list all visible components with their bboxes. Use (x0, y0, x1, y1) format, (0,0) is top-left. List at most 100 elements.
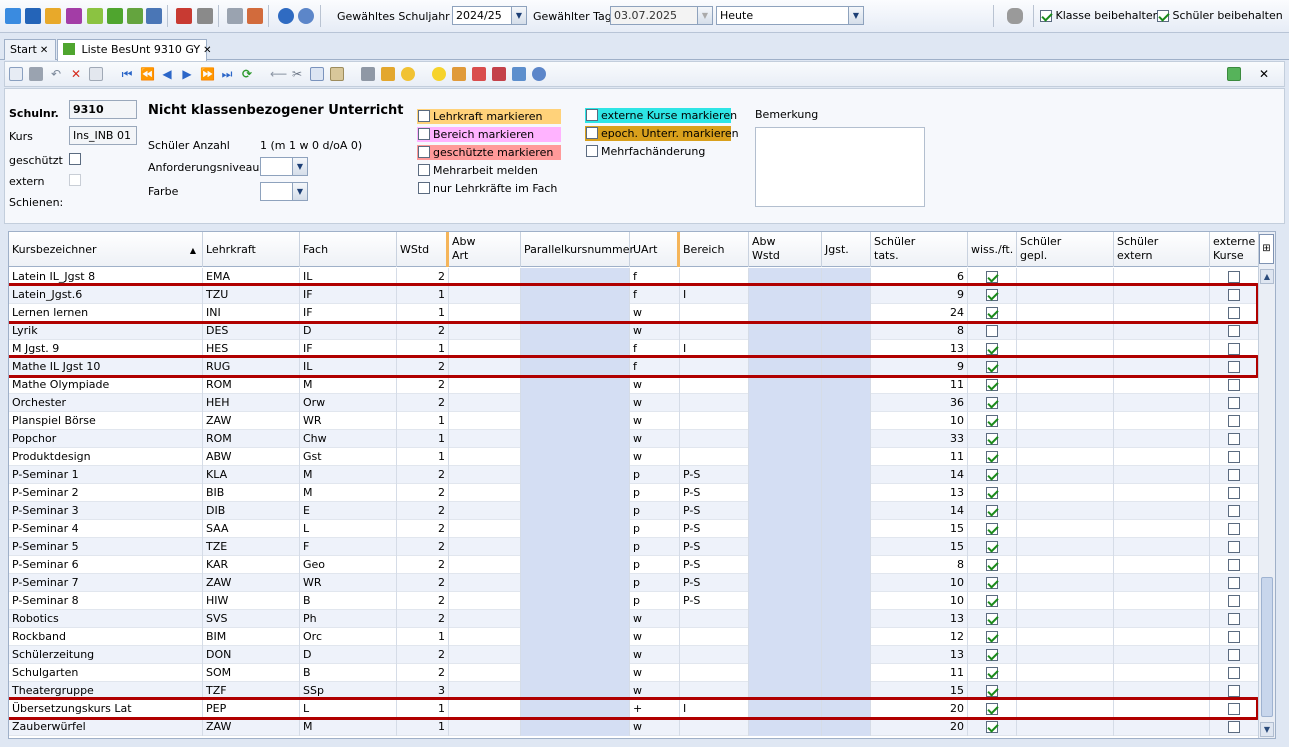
cell-uart[interactable]: w (630, 628, 680, 646)
cell-abw-wstd[interactable] (749, 376, 822, 394)
cell-wiss[interactable] (968, 394, 1017, 412)
checkbox-icon[interactable] (1228, 523, 1240, 535)
cell-abw-wstd[interactable] (749, 466, 822, 484)
cell-bereich[interactable]: P-S (680, 574, 749, 592)
cell-schueler-gepl[interactable] (1017, 718, 1114, 736)
checkbox-icon[interactable] (986, 577, 998, 589)
cell-uart[interactable]: p (630, 502, 680, 520)
cell-schueler-extern[interactable] (1114, 304, 1210, 322)
cell-bereich[interactable]: I (680, 286, 749, 304)
cell-schueler-tats[interactable]: 9 (871, 358, 968, 376)
table-row[interactable]: Zauberwürfel ZAW M 1 w 20 (9, 718, 1259, 736)
cell-schueler-gepl[interactable] (1017, 412, 1114, 430)
cell-schueler-tats[interactable]: 11 (871, 448, 968, 466)
cell-wiss[interactable] (968, 610, 1017, 628)
cell-abw-art[interactable] (449, 448, 521, 466)
cell-fach[interactable]: IF (300, 340, 397, 358)
tag-select[interactable]: 03.07.2025 ▼ (610, 6, 713, 25)
checkbox-icon[interactable] (986, 721, 998, 733)
cell-jgst[interactable] (822, 718, 871, 736)
cell-schueler-tats[interactable]: 8 (871, 556, 968, 574)
cell-wstd[interactable]: 2 (397, 358, 449, 376)
cell-abw-wstd[interactable] (749, 304, 822, 322)
cell-uart[interactable]: w (630, 376, 680, 394)
checkbox-icon[interactable] (1040, 10, 1052, 22)
cell-uart[interactable]: p (630, 592, 680, 610)
table-row[interactable]: Übersetzungskurs Lat PEP L 1 + I 20 (9, 700, 1259, 718)
cell-parallel[interactable] (521, 700, 630, 718)
cell-kurs[interactable]: Theatergruppe (9, 682, 203, 700)
col-header-wiss[interactable]: wiss./ft. (968, 232, 1017, 267)
chevron-down-icon[interactable]: ▼ (292, 158, 307, 175)
checkbox-icon[interactable] (1228, 379, 1240, 391)
cell-bereich[interactable] (680, 358, 749, 376)
cell-kurs[interactable]: Lernen lernen (9, 304, 203, 322)
cell-wstd[interactable]: 2 (397, 556, 449, 574)
cell-schueler-gepl[interactable] (1017, 700, 1114, 718)
table-row[interactable]: Latein_Jgst.6 TZU IF 1 f I 9 (9, 286, 1259, 304)
cell-wstd[interactable]: 1 (397, 286, 449, 304)
cell-bereich[interactable]: I (680, 340, 749, 358)
cell-schueler-tats[interactable]: 12 (871, 628, 968, 646)
cell-parallel[interactable] (521, 628, 630, 646)
cell-fach[interactable]: F (300, 538, 397, 556)
form-icon[interactable] (89, 67, 103, 81)
checkbox-icon[interactable] (986, 703, 998, 715)
cell-schueler-extern[interactable] (1114, 502, 1210, 520)
cell-schueler-tats[interactable]: 13 (871, 610, 968, 628)
cell-jgst[interactable] (822, 538, 871, 556)
cell-fach[interactable]: B (300, 592, 397, 610)
cell-bereich[interactable]: P-S (680, 502, 749, 520)
checkbox-icon[interactable] (1228, 415, 1240, 427)
cell-lehrkraft[interactable]: ZAW (203, 412, 300, 430)
tab-start[interactable]: Start ✕ (4, 39, 56, 60)
cell-wiss[interactable] (968, 556, 1017, 574)
checkbox-icon[interactable] (418, 164, 430, 176)
checkbox-icon[interactable] (986, 649, 998, 661)
checkbox-icon[interactable] (986, 469, 998, 481)
cell-uart[interactable]: w (630, 646, 680, 664)
cell-uart[interactable]: w (630, 664, 680, 682)
cell-kurs[interactable]: M Jgst. 9 (9, 340, 203, 358)
cell-schueler-tats[interactable]: 20 (871, 718, 968, 736)
col-header-jgst[interactable]: Jgst. (822, 232, 871, 267)
checkbox-icon[interactable] (418, 182, 430, 194)
cell-wiss[interactable] (968, 448, 1017, 466)
clean-icon[interactable] (381, 67, 395, 81)
checkbox-icon[interactable] (986, 559, 998, 571)
cell-externe-kurse[interactable] (1210, 358, 1259, 376)
col-header-tats[interactable]: Schüler tats. (871, 232, 968, 267)
geschuetzt-checkbox[interactable] (69, 153, 81, 165)
cell-parallel[interactable] (521, 520, 630, 538)
prev-page-icon[interactable]: ⏪ (140, 67, 155, 81)
cell-abw-wstd[interactable] (749, 556, 822, 574)
table-row[interactable]: Mathe Olympiade ROM M 2 w 11 (9, 376, 1259, 394)
next-icon[interactable]: ▶ (180, 67, 194, 81)
cell-schueler-tats[interactable]: 36 (871, 394, 968, 412)
cell-kurs[interactable]: Lyrik (9, 322, 203, 340)
cell-wstd[interactable]: 1 (397, 430, 449, 448)
cell-abw-art[interactable] (449, 718, 521, 736)
cell-schueler-extern[interactable] (1114, 700, 1210, 718)
cell-wstd[interactable]: 2 (397, 484, 449, 502)
cell-schueler-extern[interactable] (1114, 664, 1210, 682)
cell-schueler-extern[interactable] (1114, 412, 1210, 430)
checkbox-icon[interactable] (986, 451, 998, 463)
checkbox-icon[interactable] (1228, 451, 1240, 463)
cell-jgst[interactable] (822, 484, 871, 502)
cell-abw-art[interactable] (449, 430, 521, 448)
epoch-markieren-toggle[interactable]: epoch. Unterr. markieren (585, 126, 739, 141)
cell-externe-kurse[interactable] (1210, 412, 1259, 430)
cell-wiss[interactable] (968, 484, 1017, 502)
cell-abw-wstd[interactable] (749, 700, 822, 718)
cell-bereich[interactable]: P-S (680, 484, 749, 502)
cell-wstd[interactable]: 1 (397, 340, 449, 358)
cell-schueler-tats[interactable]: 9 (871, 286, 968, 304)
checkbox-icon[interactable] (986, 541, 998, 553)
cell-lehrkraft[interactable]: EMA (203, 268, 300, 286)
cell-wiss[interactable] (968, 574, 1017, 592)
cell-lehrkraft[interactable]: ABW (203, 448, 300, 466)
checkbox-icon[interactable] (1228, 577, 1240, 589)
cell-externe-kurse[interactable] (1210, 700, 1259, 718)
user-icon[interactable] (1007, 8, 1023, 24)
